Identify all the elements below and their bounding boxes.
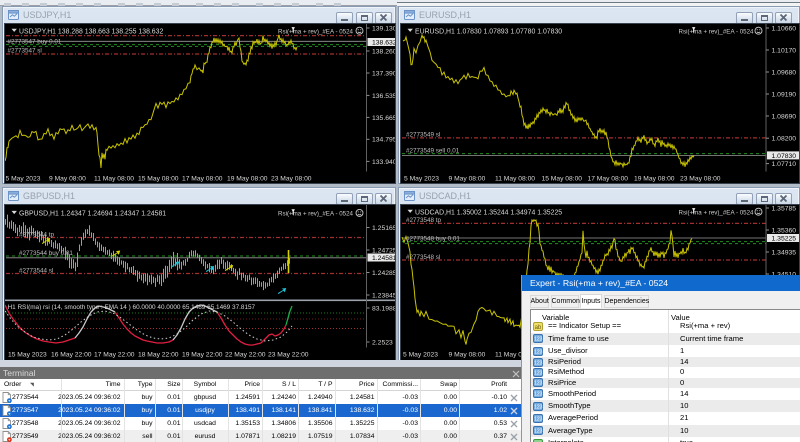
svg-text:1.34935: 1.34935 xyxy=(772,249,797,256)
svg-text:Rsi(+ma + rev)_#EA - 0524: Rsi(+ma + rev)_#EA - 0524 xyxy=(679,210,755,217)
svg-text:#2773548 buy 0.01: #2773548 buy 0.01 xyxy=(406,235,460,242)
svg-text:135.665: 135.665 xyxy=(372,115,395,122)
svg-text:Rsi(+ma + rev)_#EA - 0524: Rsi(+ma + rev)_#EA - 0524 xyxy=(278,29,354,36)
svg-text:USDJPY,H1 138.288 138.663 138: USDJPY,H1 138.288 138.663 138.255 138.63… xyxy=(19,28,163,35)
svg-text:123: 123 xyxy=(534,371,543,377)
svg-text:17 May 08:00: 17 May 08:00 xyxy=(182,176,223,183)
svg-text:#2773548 tp: #2773548 tp xyxy=(406,217,442,224)
svg-text:1.07830: 1.07830 xyxy=(772,153,797,160)
svg-text:1.35785: 1.35785 xyxy=(772,205,797,212)
svg-text:19 May 08:00: 19 May 08:00 xyxy=(227,176,268,183)
svg-text:USDCAD,H1 1.35002 1.35244 1.3: USDCAD,H1 1.35002 1.35244 1.34974 1.3522… xyxy=(415,209,562,216)
svg-text:5 May 2023: 5 May 2023 xyxy=(403,352,438,359)
svg-text:#2773547 buy 0.01: #2773547 buy 0.01 xyxy=(8,39,62,46)
svg-text:1.09190: 1.09190 xyxy=(772,91,797,98)
svg-text:19 May 22:00: 19 May 22:00 xyxy=(182,352,223,359)
svg-text:H1 RSI(ma) rsi (14, smooth typ: H1 RSI(ma) rsi (14, smooth type : EMA 14… xyxy=(8,304,256,311)
svg-text:1.09680: 1.09680 xyxy=(772,69,797,76)
svg-text:123: 123 xyxy=(534,360,543,366)
svg-text:Rsi(+ma + rev)_#EA - 0524: Rsi(+ma + rev)_#EA - 0524 xyxy=(679,29,755,36)
svg-text:11 May 08:00: 11 May 08:00 xyxy=(495,176,535,183)
svg-text:9 May 08:00: 9 May 08:00 xyxy=(449,352,486,359)
svg-text:1.25165: 1.25165 xyxy=(372,225,395,232)
svg-text:1.08690: 1.08690 xyxy=(772,113,797,120)
svg-text:15 May 2023: 15 May 2023 xyxy=(8,352,47,359)
svg-text:17 May 08:00: 17 May 08:00 xyxy=(588,176,629,183)
svg-text:1.35360: 1.35360 xyxy=(772,227,797,234)
svg-text:123: 123 xyxy=(534,429,543,435)
svg-text:1.08200: 1.08200 xyxy=(772,136,797,143)
svg-text:2.2523: 2.2523 xyxy=(372,340,393,347)
svg-text:EURUSD,H1 1.07830 1.07893 1.0: EURUSD,H1 1.07830 1.07893 1.07780 1.0783… xyxy=(415,28,562,35)
svg-text:15 May 08:00: 15 May 08:00 xyxy=(138,176,179,183)
svg-text:123: 123 xyxy=(534,392,543,398)
svg-text:138.260: 138.260 xyxy=(372,48,395,55)
svg-text:#2773544 tp: #2773544 tp xyxy=(19,231,55,238)
svg-text:GBPUSD,H1 1.24347 1.24694 1.2: GBPUSD,H1 1.24347 1.24694 1.24347 1.2458… xyxy=(19,211,166,218)
svg-text:138.632: 138.632 xyxy=(372,40,395,47)
svg-text:123: 123 xyxy=(534,404,543,410)
svg-text:1.24581: 1.24581 xyxy=(372,255,395,262)
svg-text:#2773549 sl: #2773549 sl xyxy=(406,132,440,139)
svg-text:9 May 08:00: 9 May 08:00 xyxy=(449,176,486,183)
svg-text:23 May 08:00: 23 May 08:00 xyxy=(680,176,721,183)
svg-text:1.24725: 1.24725 xyxy=(372,247,395,254)
svg-text:136.535: 136.535 xyxy=(372,93,395,100)
svg-text:1.23845: 1.23845 xyxy=(372,292,395,299)
svg-text:134.795: 134.795 xyxy=(372,137,395,144)
svg-text:1.10170: 1.10170 xyxy=(772,47,797,54)
svg-text:18 May 22:00: 18 May 22:00 xyxy=(138,352,179,359)
svg-text:123: 123 xyxy=(534,417,543,423)
svg-text:139.130: 139.130 xyxy=(372,25,395,32)
svg-text:23 May 08:00: 23 May 08:00 xyxy=(271,176,312,183)
svg-text:1.10660: 1.10660 xyxy=(772,25,797,32)
svg-text:123: 123 xyxy=(534,381,543,387)
svg-text:83.1988: 83.1988 xyxy=(372,306,395,313)
svg-text:16 May 22:00: 16 May 22:00 xyxy=(51,352,92,359)
svg-text:9 May 08:00: 9 May 08:00 xyxy=(49,176,86,183)
svg-text:#2773548 sl: #2773548 sl xyxy=(406,254,440,261)
svg-text:5 May 2023: 5 May 2023 xyxy=(404,176,439,183)
svg-text:17 May 22:00: 17 May 22:00 xyxy=(94,352,135,359)
svg-text:ab: ab xyxy=(535,325,542,331)
svg-text:123: 123 xyxy=(534,337,543,343)
svg-text:137.390: 137.390 xyxy=(372,70,395,77)
svg-text:133.940: 133.940 xyxy=(372,159,395,166)
svg-text:#2773549 sell 0.01: #2773549 sell 0.01 xyxy=(406,147,460,154)
svg-text:#2773547 sl: #2773547 sl xyxy=(8,47,42,54)
svg-text:15 May 08:00: 15 May 08:00 xyxy=(542,176,583,183)
svg-text:22 May 22:00: 22 May 22:00 xyxy=(225,352,266,359)
svg-text:1.07710: 1.07710 xyxy=(772,161,797,168)
svg-text:19 May 08:00: 19 May 08:00 xyxy=(634,176,675,183)
svg-text:#2773544 sl: #2773544 sl xyxy=(19,267,53,274)
svg-text:1.35225: 1.35225 xyxy=(772,236,797,243)
svg-text:#2773544 buy 0.01: #2773544 buy 0.01 xyxy=(19,250,73,257)
svg-text:1.24285: 1.24285 xyxy=(372,270,395,277)
svg-text:23 May 22:00: 23 May 22:00 xyxy=(268,352,309,359)
svg-text:Rsi(+ma + rev)_#EA - 0524: Rsi(+ma + rev)_#EA - 0524 xyxy=(278,211,354,218)
svg-text:11 May 08:00: 11 May 08:00 xyxy=(94,176,134,183)
svg-text:5 May 2023: 5 May 2023 xyxy=(6,176,41,183)
svg-text:123: 123 xyxy=(534,349,543,355)
